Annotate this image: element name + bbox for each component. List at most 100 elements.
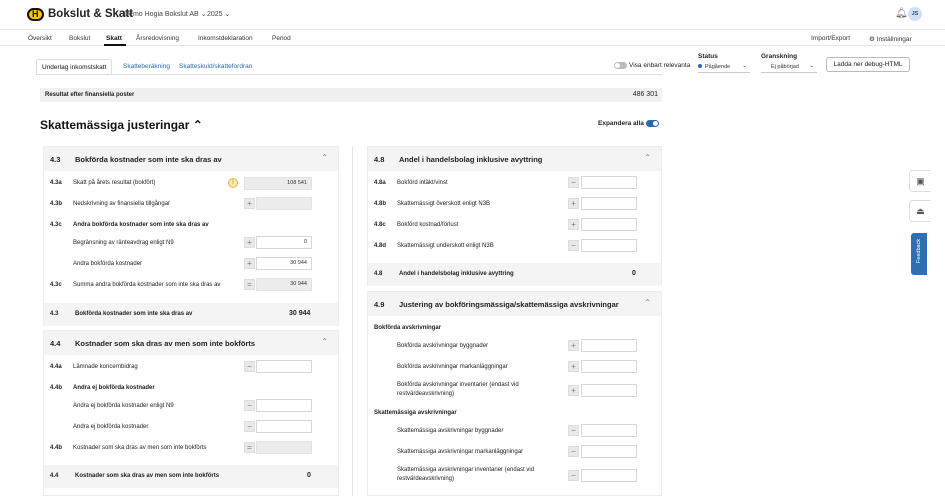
nav-inkomstdeklaration[interactable]: Inkomstdeklaration xyxy=(198,35,253,42)
plus-icon[interactable]: + xyxy=(568,340,579,351)
tab-skatteskuld[interactable]: Skatteskuld/skattefordran xyxy=(174,59,257,74)
plus-icon[interactable]: + xyxy=(568,198,579,209)
nav-skatt[interactable]: Skatt xyxy=(106,35,122,42)
value-field[interactable] xyxy=(581,197,637,210)
panel-header[interactable]: 4.8 Andel i handelsbolag inklusive avytt… xyxy=(368,147,661,171)
panel-header[interactable]: 4.3 Bokförda kostnader som inte ska dras… xyxy=(44,147,338,171)
row-label: Nedskrivning av finansiella tillgångar xyxy=(73,201,171,207)
nav-arsredovisning[interactable]: Årsredovisning xyxy=(136,35,179,42)
value-field[interactable] xyxy=(256,197,312,210)
status-dot-icon xyxy=(698,64,702,68)
review-dropdown[interactable]: Ej påbörjad ⌄ xyxy=(761,62,817,73)
notification-bell-icon[interactable]: 🔔︎ xyxy=(895,8,908,19)
minus-icon[interactable]: − xyxy=(568,425,579,436)
plus-icon[interactable]: + xyxy=(244,237,255,248)
value-field[interactable] xyxy=(581,384,637,397)
total-value: 0 xyxy=(632,270,636,277)
panel-number: 4.4 xyxy=(50,339,61,348)
total-value: 0 xyxy=(307,472,311,479)
row-label: Skatt på årets resultat (bokfört) xyxy=(73,180,156,186)
row-label: Bokförda avskrivningar byggnader xyxy=(397,343,489,349)
section-title[interactable]: Skattemässiga justeringar ⌃ xyxy=(40,118,203,132)
row-label: Andra ej bokförda kostnader xyxy=(73,424,149,430)
plus-icon[interactable]: + xyxy=(568,385,579,396)
value-field[interactable] xyxy=(581,424,637,437)
result-label: Resultat efter finansiella poster xyxy=(45,92,135,98)
download-debug-button[interactable]: Ladda ner debug-HTML xyxy=(826,57,910,72)
row-label: Andra ej bokförda kostnader enligt N9 xyxy=(73,403,174,409)
value-field[interactable] xyxy=(581,176,637,189)
settings-link[interactable]: ⚙ Inställningar xyxy=(869,35,912,43)
panel-header[interactable]: 4.4 Kostnader som ska dras av men som in… xyxy=(44,331,338,355)
year-selector[interactable]: 2025 ⌄ xyxy=(207,10,230,18)
minus-icon[interactable]: − xyxy=(568,240,579,251)
row-label: Bokförda avskrivningar inventarier (enda… xyxy=(397,382,519,388)
plus-icon[interactable]: + xyxy=(568,361,579,372)
row-code: 4.4b xyxy=(50,385,63,391)
panel-number: 4.3 xyxy=(50,155,61,164)
value-field[interactable]: 0 xyxy=(256,236,312,249)
value-field[interactable] xyxy=(581,218,637,231)
row-code: 4.8c xyxy=(374,222,386,228)
value-field[interactable] xyxy=(256,399,312,412)
value-field xyxy=(256,441,312,454)
value-field[interactable] xyxy=(581,339,637,352)
expand-all-label: Expandera alla xyxy=(598,120,644,127)
panel-number: 4.8 xyxy=(374,155,385,164)
equals-icon: = xyxy=(244,279,255,290)
panel-header[interactable]: 4.9 Justering av bokföringsmässiga/skatt… xyxy=(368,292,661,316)
minus-icon[interactable]: − xyxy=(244,400,255,411)
value-field[interactable] xyxy=(581,239,637,252)
value-field: 108 541 xyxy=(244,177,312,190)
chevron-up-icon[interactable]: ⌃ xyxy=(644,298,651,307)
expand-all-toggle[interactable] xyxy=(646,120,659,127)
value-field[interactable] xyxy=(581,445,637,458)
minus-icon[interactable]: − xyxy=(568,470,579,481)
company-selector[interactable]: Demo Hogia Bokslut AB ⌄ xyxy=(124,10,207,18)
row-label: Begränsning av ränteavdrag enligt N9 xyxy=(73,240,174,246)
panel-4-9: 4.9 Justering av bokföringsmässiga/skatt… xyxy=(367,291,662,496)
row-label: Kostnader som ska dras av men som inte b… xyxy=(73,445,207,451)
nav-bokslut[interactable]: Bokslut xyxy=(69,35,90,42)
plus-icon[interactable]: + xyxy=(244,198,255,209)
total-row: 4.4 Kostnader som ska dras av men som in… xyxy=(44,465,338,488)
nav-period[interactable]: Period xyxy=(272,35,291,42)
nav-active-indicator xyxy=(104,44,126,46)
plus-icon[interactable]: + xyxy=(568,219,579,230)
settings-label: Inställningar xyxy=(876,36,912,43)
chevron-up-icon[interactable]: ⌃ xyxy=(321,337,328,346)
plus-icon[interactable]: + xyxy=(244,258,255,269)
value-field[interactable] xyxy=(581,469,637,482)
minus-icon[interactable]: − xyxy=(568,177,579,188)
chevron-up-icon[interactable]: ⌃ xyxy=(321,153,328,162)
import-export-link[interactable]: Import/Export xyxy=(811,35,850,42)
feedback-label: Feedback xyxy=(916,238,922,264)
status-title: Status xyxy=(698,53,718,60)
tab-underlag-inkomstskatt[interactable]: Underlag inkomstskatt xyxy=(36,59,113,74)
status-dropdown[interactable]: Pågående ⌄ xyxy=(698,62,750,73)
minus-icon[interactable]: − xyxy=(244,421,255,432)
value-field[interactable]: 30 944 xyxy=(256,257,312,270)
feedback-button[interactable]: Feedback xyxy=(911,233,927,275)
value-field[interactable] xyxy=(256,420,312,433)
row-code: 4.3c xyxy=(50,222,62,228)
total-row: 4.3 Bokförda kostnader som inte ska dras… xyxy=(44,303,338,326)
value-field[interactable] xyxy=(581,360,637,373)
value-field[interactable] xyxy=(256,360,312,373)
minus-icon[interactable]: − xyxy=(244,361,255,372)
panel-number: 4.9 xyxy=(374,300,385,309)
avatar[interactable]: JS xyxy=(908,7,922,21)
tab-skatteberakning[interactable]: Skatteberäkning xyxy=(118,59,175,74)
row-code: 4.3c xyxy=(50,282,62,288)
nav-oversikt[interactable]: Översikt xyxy=(28,35,52,42)
row-label: Bokförd intäkt/vinst xyxy=(397,180,448,186)
review-title: Granskning xyxy=(761,53,798,60)
row-label: restvärdeavskrivning) xyxy=(397,476,455,482)
minus-icon[interactable]: − xyxy=(568,446,579,457)
stamp-icon[interactable]: ⏏ xyxy=(909,200,931,222)
chevron-up-icon[interactable]: ⌃ xyxy=(644,153,651,162)
app-title: Bokslut & Skatt xyxy=(48,8,133,20)
warning-icon[interactable]: ! xyxy=(228,178,238,188)
relevant-toggle[interactable] xyxy=(614,62,627,69)
calculator-icon[interactable]: ▣ xyxy=(909,170,931,192)
